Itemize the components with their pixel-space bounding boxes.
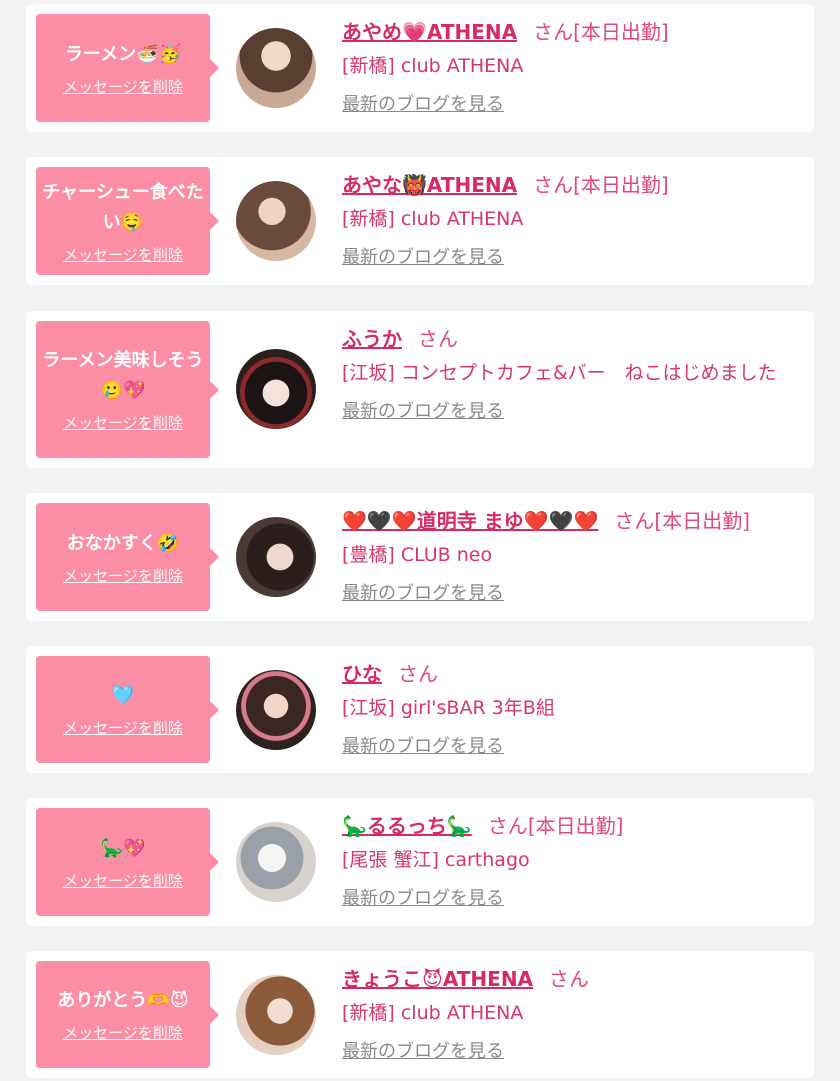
honorific-label: さん (533, 20, 574, 44)
list-item: 🩵 メッセージを削除 ひな さん [江坂] girl'sBAR 3年B組 最新のブ… (26, 646, 814, 773)
latest-blog-link[interactable]: 最新のブログを見る (342, 88, 504, 122)
message-bubble: 🦕💖 メッセージを削除 (36, 808, 219, 916)
avatar[interactable] (236, 670, 316, 750)
honorific-label: さん (533, 173, 574, 197)
latest-blog-link[interactable]: 最新のブログを見る (342, 730, 504, 764)
girl-name-link[interactable]: ひな (342, 662, 382, 686)
avatar[interactable] (236, 517, 316, 597)
message-bubble: ラーメン🍜🥳 メッセージを削除 (36, 14, 219, 122)
message-bubble: おなかすく🤣 メッセージを削除 (36, 503, 219, 611)
message-text: ラーメン🍜🥳 (64, 43, 182, 65)
message-text: 🩵 (111, 685, 135, 706)
delete-message-link[interactable]: メッセージを削除 (63, 870, 183, 891)
delete-message-link[interactable]: メッセージを削除 (63, 1022, 183, 1043)
status-badge: [本日出勤] (573, 20, 669, 44)
message-bubble: 🩵 メッセージを削除 (36, 656, 219, 763)
honorific-label: さん (614, 509, 655, 533)
avatar[interactable] (236, 181, 316, 261)
shop-label: [新橋] club ATHENA (342, 208, 524, 230)
message-bubble: ラーメン美味しそう🥲💖 メッセージを削除 (36, 321, 219, 458)
list-item: ラーメン美味しそう🥲💖 メッセージを削除 ふうか さん [江坂] コンセプトカフェ… (26, 311, 814, 468)
shop-label: [新橋] club ATHENA (342, 55, 524, 77)
delete-message-link[interactable]: メッセージを削除 (63, 244, 183, 265)
list-item: おなかすく🤣 メッセージを削除 ❤️🖤❤️道明寺 まゆ❤️🖤❤️ さん[本日出勤]… (26, 493, 814, 621)
latest-blog-link[interactable]: 最新のブログを見る (342, 1035, 504, 1069)
status-badge: [本日出勤] (573, 173, 669, 197)
honorific-label: さん (549, 967, 590, 991)
status-badge: [本日出勤] (527, 814, 624, 838)
shop-label: [新橋] club ATHENA (342, 1002, 524, 1024)
honorific-label: さん (418, 327, 458, 351)
message-bubble: ありがとう🫶😈 メッセージを削除 (36, 961, 219, 1068)
latest-blog-link[interactable]: 最新のブログを見る (342, 241, 504, 275)
latest-blog-link[interactable]: 最新のブログを見る (342, 395, 504, 429)
message-text: ありがとう🫶😈 (57, 990, 189, 1011)
avatar[interactable] (236, 28, 316, 108)
list-item: ありがとう🫶😈 メッセージを削除 きょうこ😈ATHENA さん [新橋] club… (26, 951, 814, 1078)
shop-label: [豊橋] CLUB neo (342, 544, 493, 566)
status-badge: [本日出勤] (654, 509, 750, 533)
list-item: チャーシュー食べたい🤤 メッセージを削除 あやな👹ATHENA さん[本日出勤] … (26, 157, 814, 285)
delete-message-link[interactable]: メッセージを削除 (63, 412, 183, 433)
shop-label: [江坂] girl'sBAR 3年B組 (342, 697, 555, 719)
avatar[interactable] (236, 822, 316, 902)
shop-label: [江坂] コンセプトカフェ&バー ねこはじめました (342, 362, 777, 384)
girl-name-link[interactable]: 🦕るるっち🦕 (342, 814, 472, 838)
shop-label: [尾張 蟹江] carthago (342, 849, 530, 871)
avatar[interactable] (236, 975, 316, 1055)
message-text: ラーメン美味しそう🥲💖 (42, 350, 204, 401)
list-item: ラーメン🍜🥳 メッセージを削除 あやめ💗ATHENA さん[本日出勤] [新橋] … (26, 4, 814, 132)
girl-name-link[interactable]: きょうこ😈ATHENA (342, 967, 533, 991)
message-text: おなかすく🤣 (66, 532, 180, 554)
girl-name-link[interactable]: ❤️🖤❤️道明寺 まゆ❤️🖤❤️ (342, 509, 598, 533)
latest-blog-link[interactable]: 最新のブログを見る (342, 577, 504, 611)
delete-message-link[interactable]: メッセージを削除 (63, 565, 183, 586)
message-text: チャーシュー食べたい🤤 (42, 181, 204, 233)
delete-message-link[interactable]: メッセージを削除 (63, 717, 183, 738)
message-bubble: チャーシュー食べたい🤤 メッセージを削除 (36, 167, 219, 275)
honorific-label: さん (398, 662, 438, 686)
girl-name-link[interactable]: あやめ💗ATHENA (342, 20, 517, 44)
message-list: ラーメン🍜🥳 メッセージを削除 あやめ💗ATHENA さん[本日出勤] [新橋] … (0, 0, 840, 1081)
latest-blog-link[interactable]: 最新のブログを見る (342, 882, 504, 916)
girl-name-link[interactable]: ふうか (342, 327, 402, 351)
delete-message-link[interactable]: メッセージを削除 (63, 76, 183, 97)
list-item: 🦕💖 メッセージを削除 🦕るるっち🦕 さん[本日出勤] [尾張 蟹江] carth… (26, 798, 814, 926)
avatar[interactable] (236, 349, 316, 429)
girl-name-link[interactable]: あやな👹ATHENA (342, 173, 517, 197)
message-text: 🦕💖 (100, 837, 146, 859)
honorific-label: さん (487, 814, 528, 838)
